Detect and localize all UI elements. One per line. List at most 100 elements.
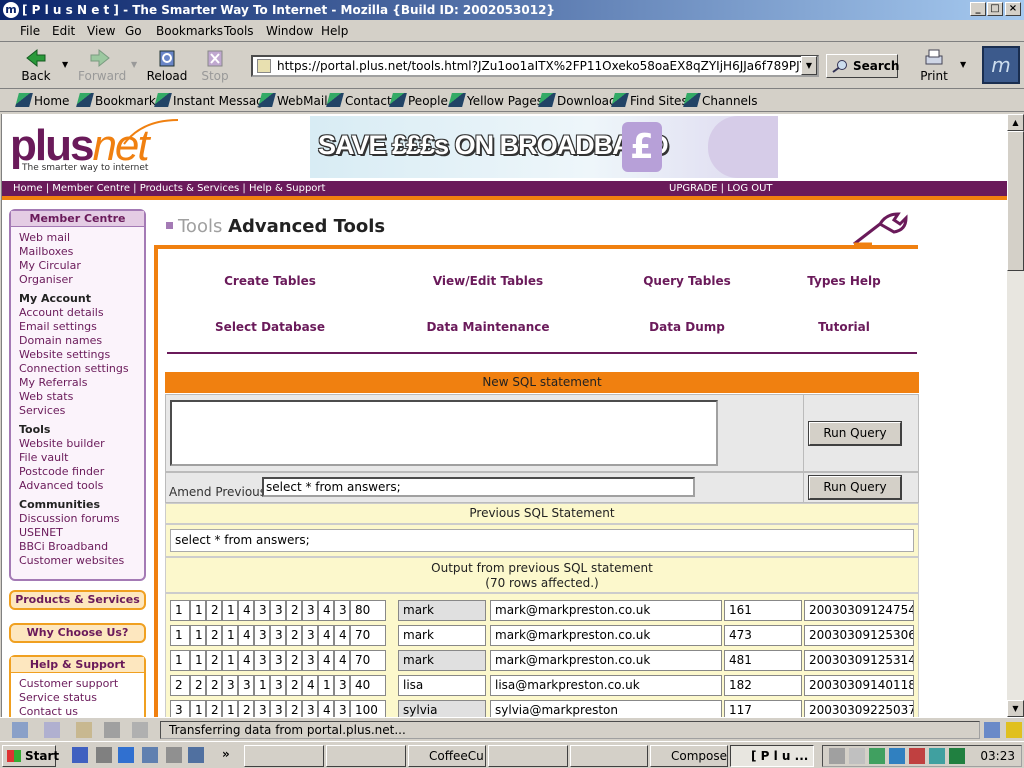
products-services-button[interactable]: Products & Services xyxy=(9,590,146,610)
personal-people[interactable]: People xyxy=(389,93,448,108)
composer-icon[interactable] xyxy=(76,722,92,738)
menu-go[interactable]: Go xyxy=(125,24,142,38)
menu-tools[interactable]: Tools xyxy=(224,24,254,38)
sidebar-item-my-referrals[interactable]: My Referrals xyxy=(11,376,144,390)
print-button[interactable]: Print xyxy=(912,46,956,86)
sidebar-item-web-mail[interactable]: Web mail xyxy=(11,231,144,245)
sidebar-item-customer-websites[interactable]: Customer websites xyxy=(11,554,144,568)
url-input[interactable]: https://portal.plus.net/tools.html?JZu1o… xyxy=(251,55,819,77)
link-data-dump[interactable]: Data Dump xyxy=(607,320,767,334)
broadband-banner[interactable]: SAVE £££s ON BROADBAND £ xyxy=(310,116,778,178)
irc-chat-icon[interactable] xyxy=(132,722,148,738)
stop-button[interactable]: Stop xyxy=(193,46,237,86)
forward-history-dropdown[interactable]: ▼ xyxy=(131,60,137,69)
sidebar-item-domain-names[interactable]: Domain names xyxy=(11,334,144,348)
quicklaunch-media-icon[interactable] xyxy=(188,747,204,763)
sidebar-item-discussion-forums[interactable]: Discussion forums xyxy=(11,512,144,526)
reload-button[interactable]: Reload xyxy=(145,46,189,86)
personal-channels[interactable]: Channels xyxy=(683,93,758,108)
quicklaunch-desktop-icon[interactable] xyxy=(96,747,112,763)
minimize-button[interactable]: _ xyxy=(970,2,986,16)
menu-edit[interactable]: Edit xyxy=(52,24,75,38)
link-view-edit-tables[interactable]: View/Edit Tables xyxy=(408,274,568,288)
personal-contact[interactable]: Contact xyxy=(326,93,392,108)
sidebar-item-organiser[interactable]: Organiser xyxy=(11,273,144,287)
tray-volume-icon[interactable] xyxy=(849,748,865,764)
sidebar-item-usenet[interactable]: USENET xyxy=(11,526,144,540)
quicklaunch-explorer-icon[interactable] xyxy=(118,747,134,763)
url-history-dropdown[interactable]: ▼ xyxy=(801,56,817,75)
quicklaunch-more-icon[interactable]: » xyxy=(222,747,230,761)
sidebar-item-advanced-tools[interactable]: Advanced tools xyxy=(11,479,144,493)
link-types-help[interactable]: Types Help xyxy=(764,274,924,288)
scroll-thumb[interactable] xyxy=(1007,131,1024,271)
new-sql-textarea[interactable] xyxy=(170,400,718,466)
mail-icon[interactable] xyxy=(44,722,60,738)
tray-antivirus-icon[interactable] xyxy=(909,748,925,764)
task-plusnet-mozilla[interactable]: [ P l u ... xyxy=(730,745,814,767)
mozilla-throbber-icon[interactable]: m xyxy=(982,46,1020,84)
personal-home[interactable]: Home xyxy=(15,93,69,108)
sidebar-item-web-stats[interactable]: Web stats xyxy=(11,390,144,404)
link-tutorial[interactable]: Tutorial xyxy=(764,320,924,334)
sidebar-item-postcode-finder[interactable]: Postcode finder xyxy=(11,465,144,479)
sidebar-item-mailboxes[interactable]: Mailboxes xyxy=(11,245,144,259)
maximize-button[interactable]: □ xyxy=(987,2,1003,16)
task-button-4[interactable] xyxy=(488,745,568,767)
sidebar-item-account-details[interactable]: Account details xyxy=(11,306,144,320)
menu-view[interactable]: View xyxy=(87,24,115,38)
site-nav-links[interactable]: Home | Member Centre | Products & Servic… xyxy=(13,181,325,196)
menu-file[interactable]: File xyxy=(20,24,40,38)
link-select-database[interactable]: Select Database xyxy=(190,320,350,334)
tray-messenger-icon[interactable] xyxy=(889,748,905,764)
site-nav-account-links[interactable]: UPGRADE | LOG OUT xyxy=(669,181,773,196)
personal-yellow-pages[interactable]: Yellow Pages xyxy=(448,93,543,108)
print-dropdown[interactable]: ▼ xyxy=(960,60,966,69)
forward-button[interactable]: Forward xyxy=(78,46,126,86)
navigator-icon[interactable] xyxy=(12,722,28,738)
personal-bookmarks[interactable]: Bookmarks xyxy=(76,93,162,108)
task-coffeecup[interactable]: CoffeeCu... xyxy=(408,745,486,767)
back-history-dropdown[interactable]: ▼ xyxy=(62,60,68,69)
personal-webmail[interactable]: WebMail xyxy=(258,93,328,108)
personal-find-sites[interactable]: Find Sites xyxy=(611,93,688,108)
quicklaunch-app-icon[interactable] xyxy=(142,747,158,763)
tray-network-icon[interactable] xyxy=(869,748,885,764)
menu-help[interactable]: Help xyxy=(321,24,348,38)
quicklaunch-tool-icon[interactable] xyxy=(166,747,182,763)
run-query-button[interactable]: Run Query xyxy=(808,421,902,446)
run-query-amend-button[interactable]: Run Query xyxy=(808,475,902,500)
sidebar-item-connection-settings[interactable]: Connection settings xyxy=(11,362,144,376)
sidebar-item-contact-us[interactable]: Contact us xyxy=(11,705,144,717)
start-button[interactable]: Start xyxy=(2,745,59,767)
sidebar-item-bbci-broadband[interactable]: BBCi Broadband xyxy=(11,540,144,554)
sidebar-item-services[interactable]: Services xyxy=(11,404,144,418)
search-button[interactable]: Search xyxy=(826,54,899,78)
task-button-5[interactable] xyxy=(570,745,648,767)
personal-download[interactable]: Download xyxy=(538,93,617,108)
menu-bookmarks[interactable]: Bookmarks xyxy=(156,24,223,38)
sidebar-item-file-vault[interactable]: File vault xyxy=(11,451,144,465)
page-scrollbar[interactable]: ▲ ▼ xyxy=(1007,114,1024,717)
sidebar-item-my-circular[interactable]: My Circular xyxy=(11,259,144,273)
security-lock-icon[interactable] xyxy=(1006,722,1022,738)
personal-instant-message[interactable]: Instant Message xyxy=(154,93,271,108)
tray-sync-icon[interactable] xyxy=(929,748,945,764)
task-compose[interactable]: Compose... xyxy=(650,745,728,767)
link-create-tables[interactable]: Create Tables xyxy=(190,274,350,288)
scroll-up-arrow-icon[interactable]: ▲ xyxy=(1007,114,1024,131)
sidebar-item-service-status[interactable]: Service status xyxy=(11,691,144,705)
amend-previous-input[interactable]: select * from answers; xyxy=(262,477,695,497)
tray-utility-icon[interactable] xyxy=(949,748,965,764)
back-button[interactable]: Back xyxy=(14,46,58,86)
sidebar-item-customer-support[interactable]: Customer support xyxy=(11,677,144,691)
sidebar-item-website-settings[interactable]: Website settings xyxy=(11,348,144,362)
address-book-icon[interactable] xyxy=(104,722,120,738)
close-button[interactable]: × xyxy=(1005,2,1021,16)
scroll-down-arrow-icon[interactable]: ▼ xyxy=(1007,700,1024,717)
link-data-maintenance[interactable]: Data Maintenance xyxy=(408,320,568,334)
link-query-tables[interactable]: Query Tables xyxy=(607,274,767,288)
sidebar-item-website-builder[interactable]: Website builder xyxy=(11,437,144,451)
menu-window[interactable]: Window xyxy=(266,24,313,38)
sidebar-item-email-settings[interactable]: Email settings xyxy=(11,320,144,334)
